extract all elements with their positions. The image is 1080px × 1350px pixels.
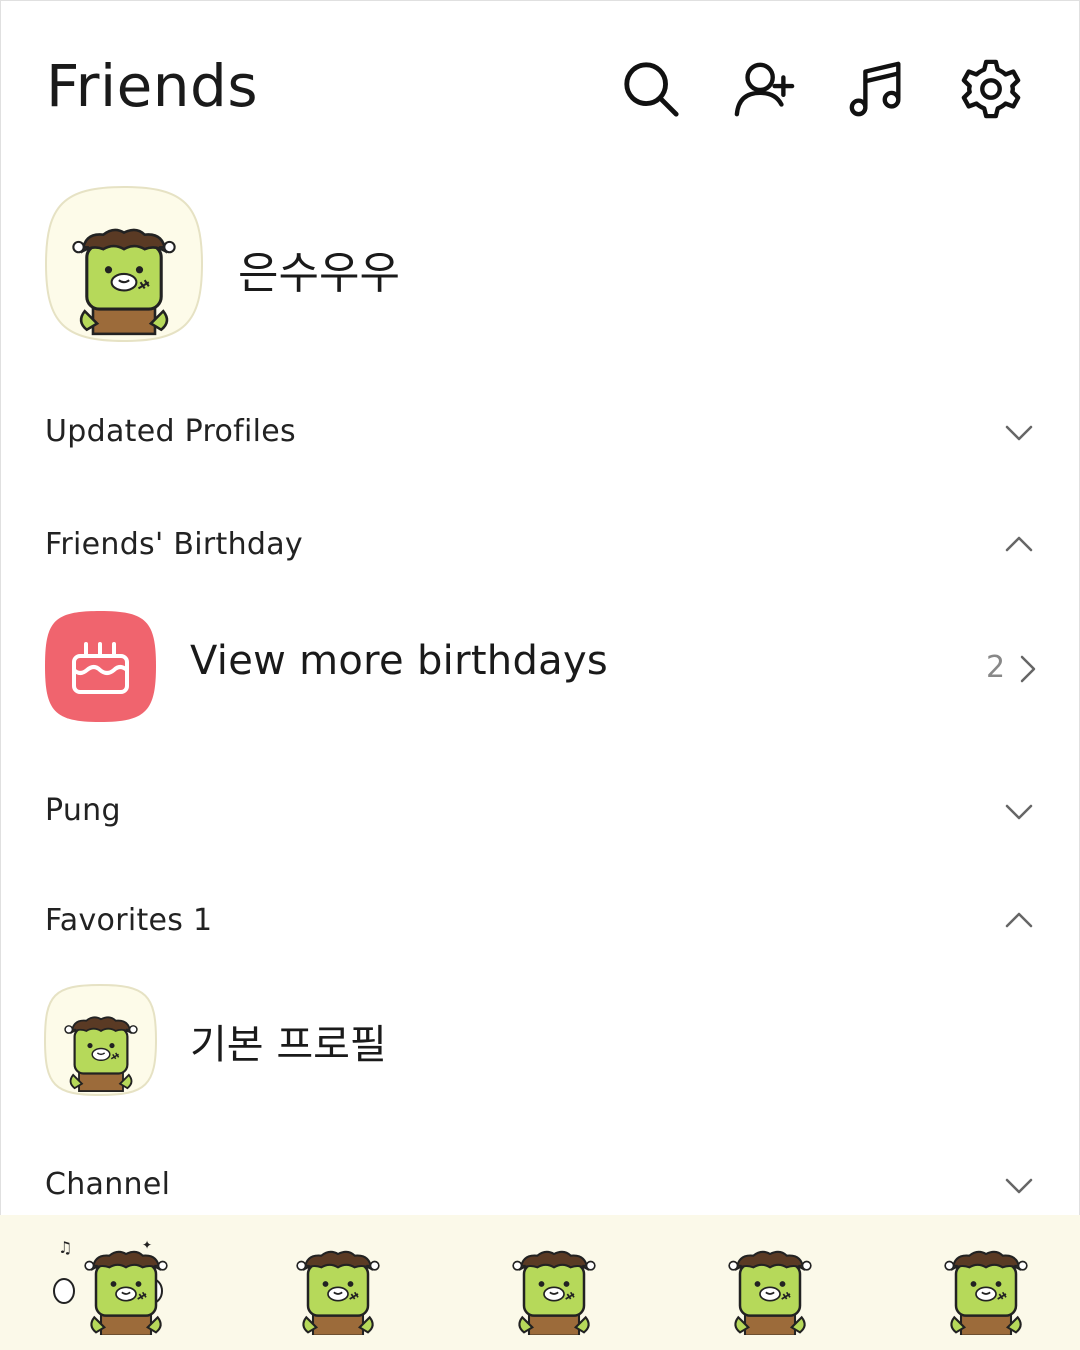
friends-tab-icon[interactable]: ♫ ✦ <box>48 1235 168 1335</box>
list-item[interactable]: 기본 프로필 <box>0 983 1080 1100</box>
svg-text:✦: ✦ <box>142 1238 152 1252</box>
shopping-tab-icon[interactable] <box>692 1235 812 1335</box>
birthday-label: View more birthdays <box>190 638 609 684</box>
settings-icon[interactable] <box>960 58 1022 120</box>
section-pung[interactable]: Pung <box>0 781 1080 841</box>
search-icon[interactable] <box>620 58 682 120</box>
svg-text:♫: ♫ <box>58 1238 72 1257</box>
header: Friends <box>0 0 1080 175</box>
tab-bar: ♫ ✦ <box>0 1215 1080 1350</box>
more-tab-icon[interactable] <box>908 1235 1028 1335</box>
section-label: Favorites 1 <box>45 903 213 938</box>
avatar[interactable] <box>44 185 204 343</box>
music-icon[interactable] <box>846 58 908 120</box>
section-label: Friends' Birthday <box>45 527 303 562</box>
chevron-down-icon[interactable] <box>1003 416 1035 448</box>
add-friend-icon[interactable] <box>733 58 795 120</box>
avatar[interactable] <box>43 983 158 1097</box>
view-tab-icon[interactable] <box>476 1235 596 1335</box>
section-channel[interactable]: Channel <box>0 1155 1080 1215</box>
chevron-down-icon[interactable] <box>1003 1169 1035 1201</box>
chevron-up-icon[interactable] <box>1003 529 1035 561</box>
birthday-cake-icon <box>44 610 157 723</box>
section-label: Updated Profiles <box>45 414 296 449</box>
section-label: Pung <box>45 793 121 828</box>
view-more-birthdays[interactable]: View more birthdays 2 <box>0 608 1080 726</box>
section-updated-profiles[interactable]: Updated Profiles <box>0 402 1080 462</box>
birthday-count: 2 <box>986 650 1006 685</box>
chevron-right-icon <box>1020 655 1036 683</box>
page-title: Friends <box>46 52 259 120</box>
chevron-up-icon[interactable] <box>1003 905 1035 937</box>
favorite-name: 기본 프로필 <box>190 1022 387 1068</box>
chevron-down-icon[interactable] <box>1003 795 1035 827</box>
section-favorites[interactable]: Favorites 1 <box>0 891 1080 951</box>
section-label: Channel <box>45 1167 171 1202</box>
my-profile-row[interactable]: 은수우우 <box>0 185 1080 345</box>
chats-tab-icon[interactable] <box>260 1235 380 1335</box>
section-friends-birthday[interactable]: Friends' Birthday <box>0 515 1080 575</box>
my-profile-name: 은수우우 <box>238 248 400 299</box>
